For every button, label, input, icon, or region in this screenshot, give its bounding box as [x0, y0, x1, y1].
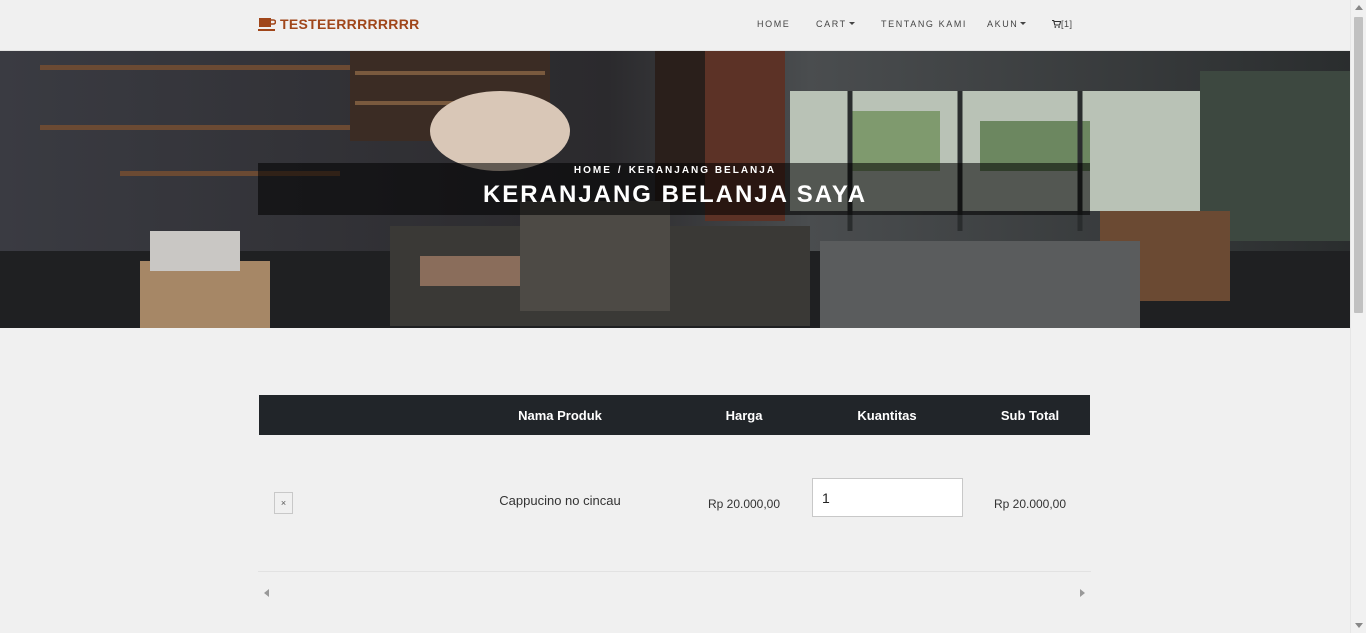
- nav-account-label: AKUN: [987, 19, 1019, 29]
- nav-about[interactable]: TENTANG KAMI: [881, 19, 967, 29]
- remove-item-button[interactable]: ×: [274, 492, 293, 514]
- coffee-cup-icon: [258, 18, 276, 31]
- cart-count: [1]: [1061, 19, 1073, 29]
- nav-home[interactable]: HOME: [757, 19, 790, 29]
- page-vertical-scrollbar[interactable]: [1350, 0, 1366, 633]
- header-product: Nama Produk: [518, 408, 602, 423]
- shopping-cart-icon: [1052, 19, 1062, 28]
- product-price: Rp 20.000,00: [707, 497, 781, 511]
- product-subtotal: Rp 20.000,00: [993, 497, 1067, 511]
- hero-banner: HOME / KERANJANG BELANJA KERANJANG BELANJA…: [0, 51, 1350, 328]
- nav-cart-dropdown[interactable]: CART: [816, 19, 855, 29]
- scrollbar-thumb[interactable]: [1354, 17, 1363, 313]
- product-name: Cappucino no cincau: [499, 493, 621, 508]
- caret-down-icon: [1020, 22, 1027, 25]
- breadcrumb-current: KERANJANG BELANJA: [628, 165, 777, 176]
- nav-account-dropdown[interactable]: AKUN: [987, 19, 1027, 29]
- scroll-up-icon[interactable]: [1355, 5, 1363, 10]
- breadcrumb-separator: /: [617, 165, 623, 176]
- breadcrumb: HOME / KERANJANG BELANJA: [0, 165, 1350, 176]
- header-subtotal: Sub Total: [1000, 408, 1060, 423]
- nav-cart-label: CART: [816, 19, 847, 29]
- page-title: KERANJANG BELANJA SAYA: [482, 181, 868, 208]
- scroll-left-icon[interactable]: [264, 589, 269, 597]
- cart-table-header: Nama Produk Harga Kuantitas Sub Total: [259, 395, 1090, 435]
- table-horizontal-scrollbar[interactable]: [258, 586, 1091, 598]
- navbar: TESTEERRRRRRRR HOME CART TENTANG KAMI AK…: [0, 0, 1350, 51]
- scroll-down-icon[interactable]: [1355, 623, 1363, 628]
- brand-name: TESTEERRRRRRRR: [280, 16, 420, 32]
- brand-logo[interactable]: TESTEERRRRRRRR: [258, 16, 420, 32]
- breadcrumb-home[interactable]: HOME: [574, 165, 612, 176]
- table-row: × Cappucino no cincau Rp 20.000,00 Rp 20…: [258, 436, 1091, 572]
- header-quantity: Kuantitas: [857, 408, 917, 423]
- scroll-right-icon[interactable]: [1080, 589, 1085, 597]
- caret-down-icon: [848, 22, 855, 25]
- nav-cart-icon-link[interactable]: [1]: [1052, 19, 1073, 29]
- header-price: Harga: [725, 408, 763, 423]
- quantity-input[interactable]: [812, 478, 963, 517]
